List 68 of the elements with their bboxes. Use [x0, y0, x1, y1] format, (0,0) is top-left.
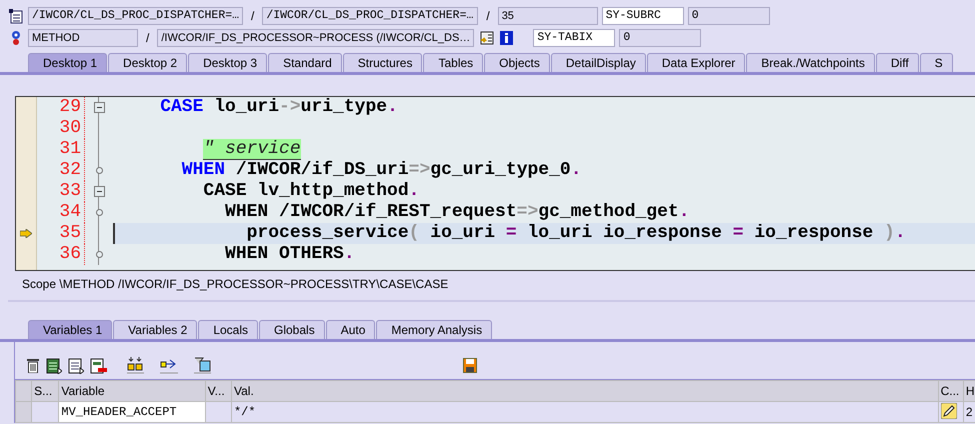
tab[interactable]: Desktop 2: [108, 53, 188, 72]
filter-icon[interactable]: [194, 357, 211, 374]
list-icon[interactable]: [46, 358, 62, 374]
tab[interactable]: Auto: [326, 320, 376, 339]
tab[interactable]: DetailDisplay: [550, 53, 646, 72]
display-field: /IWCOR/CL_DS_PROC_DISPATCHER=…: [262, 7, 478, 25]
info-icon[interactable]: [500, 31, 514, 45]
code-line: WHEN /IWCOR/if_DS_uri=>gc_uri_type_0.: [180, 160, 583, 181]
column-header[interactable]: Variable: [58, 380, 206, 402]
line-number: 36: [37, 244, 85, 265]
tab[interactable]: Variables 1: [28, 320, 112, 339]
scope-path: Scope \METHOD /IWCOR/IF_DS_PROCESSOR~PROCESS\TRY\CASE\CASE: [22, 277, 448, 291]
line-number: 30: [37, 118, 85, 139]
column-header[interactable]: Val.: [231, 380, 938, 402]
code-line: CASE lo_uri->uri_type.: [159, 97, 399, 118]
list-remove-icon[interactable]: [90, 358, 107, 374]
fold-node-icon: [96, 251, 102, 258]
tab[interactable]: Objects: [484, 53, 550, 72]
tab[interactable]: Structures: [342, 53, 422, 72]
path-separator: /: [145, 31, 150, 45]
column-header[interactable]: H: [963, 380, 975, 402]
line-number: 33: [37, 181, 85, 202]
tab[interactable]: Tables: [423, 53, 484, 72]
column-header[interactable]: S...: [32, 380, 59, 402]
display-field: /IWCOR/CL_DS_PROC_DISPATCHER=…: [28, 7, 243, 25]
line-number: 29: [37, 97, 85, 118]
variable-name-field[interactable]: SY-SUBRC: [602, 7, 684, 25]
variable-name-field[interactable]: SY-TABIX: [533, 29, 616, 47]
fold-node-icon: [96, 209, 102, 216]
save-icon[interactable]: [463, 358, 477, 373]
code-line: CASE lv_http_method.: [202, 181, 420, 202]
fold-node-icon: [96, 167, 102, 174]
display-field: METHOD: [28, 29, 138, 47]
line-number: 32: [37, 160, 85, 181]
display-field: /IWCOR/IF_DS_PROCESSOR~PROCESS (/IWCOR/CL_DS…: [157, 29, 474, 47]
line-number: 35: [37, 223, 85, 244]
table-cell: */*: [231, 402, 938, 422]
tab[interactable]: Data Explorer: [646, 53, 746, 72]
branch-icon[interactable]: [160, 357, 178, 374]
pencil-icon[interactable]: [940, 402, 957, 418]
tab[interactable]: S: [920, 53, 953, 72]
tab[interactable]: Locals: [198, 320, 258, 339]
column-header[interactable]: C...: [938, 380, 964, 402]
delete-icon[interactable]: [26, 358, 40, 373]
column-header[interactable]: V...: [205, 380, 232, 402]
code-line: WHEN /IWCOR/if_REST_request=>gc_method_get.: [224, 202, 691, 223]
document-icon: [9, 8, 23, 24]
list-icon[interactable]: [68, 358, 84, 374]
display-field: 35: [498, 7, 598, 25]
tab[interactable]: Standard: [268, 53, 342, 72]
table-cell: MV_HEADER_ACCEPT: [58, 402, 206, 422]
line-number: 34: [37, 202, 85, 223]
tab[interactable]: Memory Analysis: [376, 320, 492, 339]
collapse-icon[interactable]: [94, 102, 104, 113]
tab[interactable]: Globals: [259, 320, 325, 339]
tab[interactable]: Variables 2: [113, 320, 198, 339]
display-field: 0: [619, 29, 702, 47]
tab[interactable]: Diff: [876, 53, 919, 72]
line-number: 31: [37, 139, 85, 160]
path-separator: /: [485, 9, 491, 23]
path-separator: /: [250, 9, 256, 23]
display-field: 0: [688, 7, 770, 25]
tab[interactable]: Break./Watchpoints: [746, 53, 875, 72]
navigate-icon[interactable]: [480, 31, 494, 45]
collapse-icon[interactable]: [94, 186, 104, 197]
code-line: WHEN OTHERS.: [224, 244, 356, 265]
tab[interactable]: Desktop 1: [28, 53, 108, 72]
tab[interactable]: Desktop 3: [188, 53, 268, 72]
